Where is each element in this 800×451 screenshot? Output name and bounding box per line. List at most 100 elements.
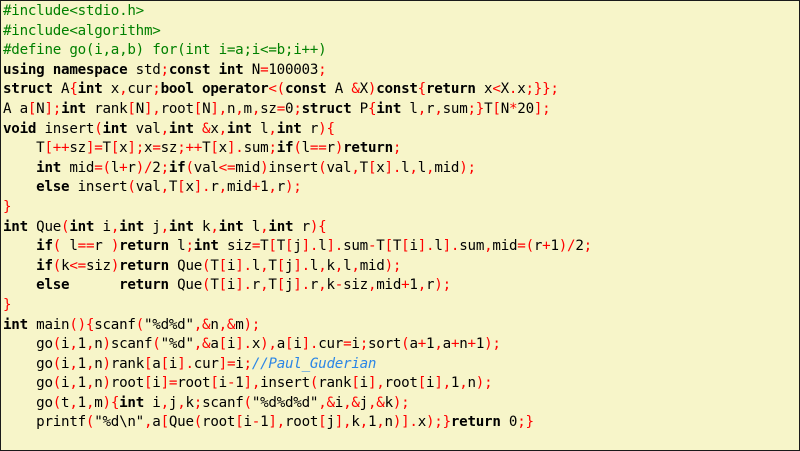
operator-token: + [467,336,477,353]
operator-token: ( [127,179,136,196]
operator-token: ]; [44,100,62,117]
identifier-token: insert [36,120,95,137]
identifier-token: n [467,375,477,392]
operator-token: ], [144,100,161,117]
identifier-token: root [177,375,211,392]
identifier-token: val [127,120,161,137]
keyword-token: else [36,277,70,294]
operator-token: <= [218,159,236,176]
operator-token: ; [359,336,369,353]
identifier-token: m [94,394,103,411]
operator-token: { [69,81,78,98]
operator-token: , [334,257,344,274]
identifier-token: j [168,394,178,411]
operator-token: ( [52,394,62,411]
identifier-token: cur [127,81,153,98]
identifier-token: i [351,336,360,353]
keyword-token: if [276,140,294,157]
identifier-token: r [293,218,311,235]
code-editor[interactable]: #include<stdio.h> #include<algorithm> #def… [0,0,800,451]
number-token: 100003 [268,61,319,78]
operator-token: ; [185,238,194,255]
identifier-token: T [268,257,277,274]
identifier-token: val [135,179,161,196]
identifier-token: mid [359,257,385,274]
keyword-token: int [193,238,219,255]
identifier-token: scanf [110,336,153,353]
operator-token: ( [135,316,145,333]
operator-token: ]. [226,140,244,157]
identifier-token: n [94,336,103,353]
identifier-token [3,277,36,293]
operator-token: , [218,179,228,196]
operator-token: ]. [417,238,435,255]
operator-token: , [218,120,228,137]
identifier-token: x [251,336,261,353]
operator-token: ( [185,159,194,176]
operator-token: , [268,179,277,196]
code-line: int Que(int i,int j,int k,int l,int r){ [3,218,592,238]
code-line: T[++sz]=T[x];x=sz;++T[x].sum;if(l==r)ret… [3,139,592,159]
code-line: else return Que(T[i].r,T[j].r,k-siz,mid+… [3,276,592,296]
operator-token: ); [475,375,493,392]
identifier-token [3,258,36,274]
identifier-token [3,238,36,254]
identifier-token: x [417,414,427,431]
code-line: else insert(val,T[x].r,mid+1,r); [3,178,592,198]
operator-token: ,& [218,316,236,333]
identifier-token: N [500,100,510,117]
identifier-token: k [193,218,211,235]
identifier-token: T [359,159,369,176]
operator-token: ;} [467,100,485,117]
operator-token: <= [69,257,86,274]
operator-token: ); [484,336,501,353]
operator-token: ( [94,120,103,137]
operator-token: , [459,375,468,392]
identifier-token: r [94,238,111,255]
identifier-token: i [226,257,236,274]
identifier-token: sz [69,140,86,157]
identifier-token: l [434,238,443,255]
identifier-token: sort [367,336,402,353]
operator-token: = [276,100,286,117]
operator-token: [ [193,100,203,117]
identifier-token: std [127,61,161,78]
operator-token: ), [260,336,277,353]
identifier-token: l [401,100,418,117]
identifier-token: a [210,336,219,353]
identifier-token: rank [318,375,352,392]
operator-token: ,& [193,316,211,333]
operator-token: ]; [533,100,551,117]
number-token: 1 [77,375,87,392]
identifier-token: x [475,81,493,98]
operator-token: ); [285,179,302,196]
operator-token: ; [293,100,302,117]
operator-token: )/ [135,159,153,176]
identifier-token: go [3,355,53,372]
identifier-token: l [110,159,120,176]
operator-token: - [334,277,344,294]
operator-token: , [160,179,170,196]
operator-token: =( [94,159,111,176]
identifier-token: A [52,81,70,98]
source-code[interactable]: #include<stdio.h> #include<algorithm> #def… [3,2,592,433]
keyword-token: int [3,218,28,235]
operator-token: [ [218,257,228,274]
identifier-token: val [193,159,219,176]
code-line: void insert(int val,int &x,int l,int r){ [3,120,592,140]
operator-token: ); [384,257,402,274]
identifier-token: X [500,81,510,98]
keyword-token: int [268,218,294,235]
operator-token: + [251,179,261,196]
identifier-token: P [351,100,369,117]
operator-token: == [309,140,327,157]
preprocessor-token: #include<stdio.h> [3,3,144,19]
code-line: int main(){scanf("%d%d",&n,&m); [3,316,592,336]
keyword-token: int [226,120,252,137]
keyword-token: int [69,218,95,235]
identifier-token: n [226,100,236,117]
identifier-token: cur [193,355,219,372]
identifier-token: n [94,355,103,372]
operator-token: , [351,257,360,274]
operator-token: + [417,336,427,353]
